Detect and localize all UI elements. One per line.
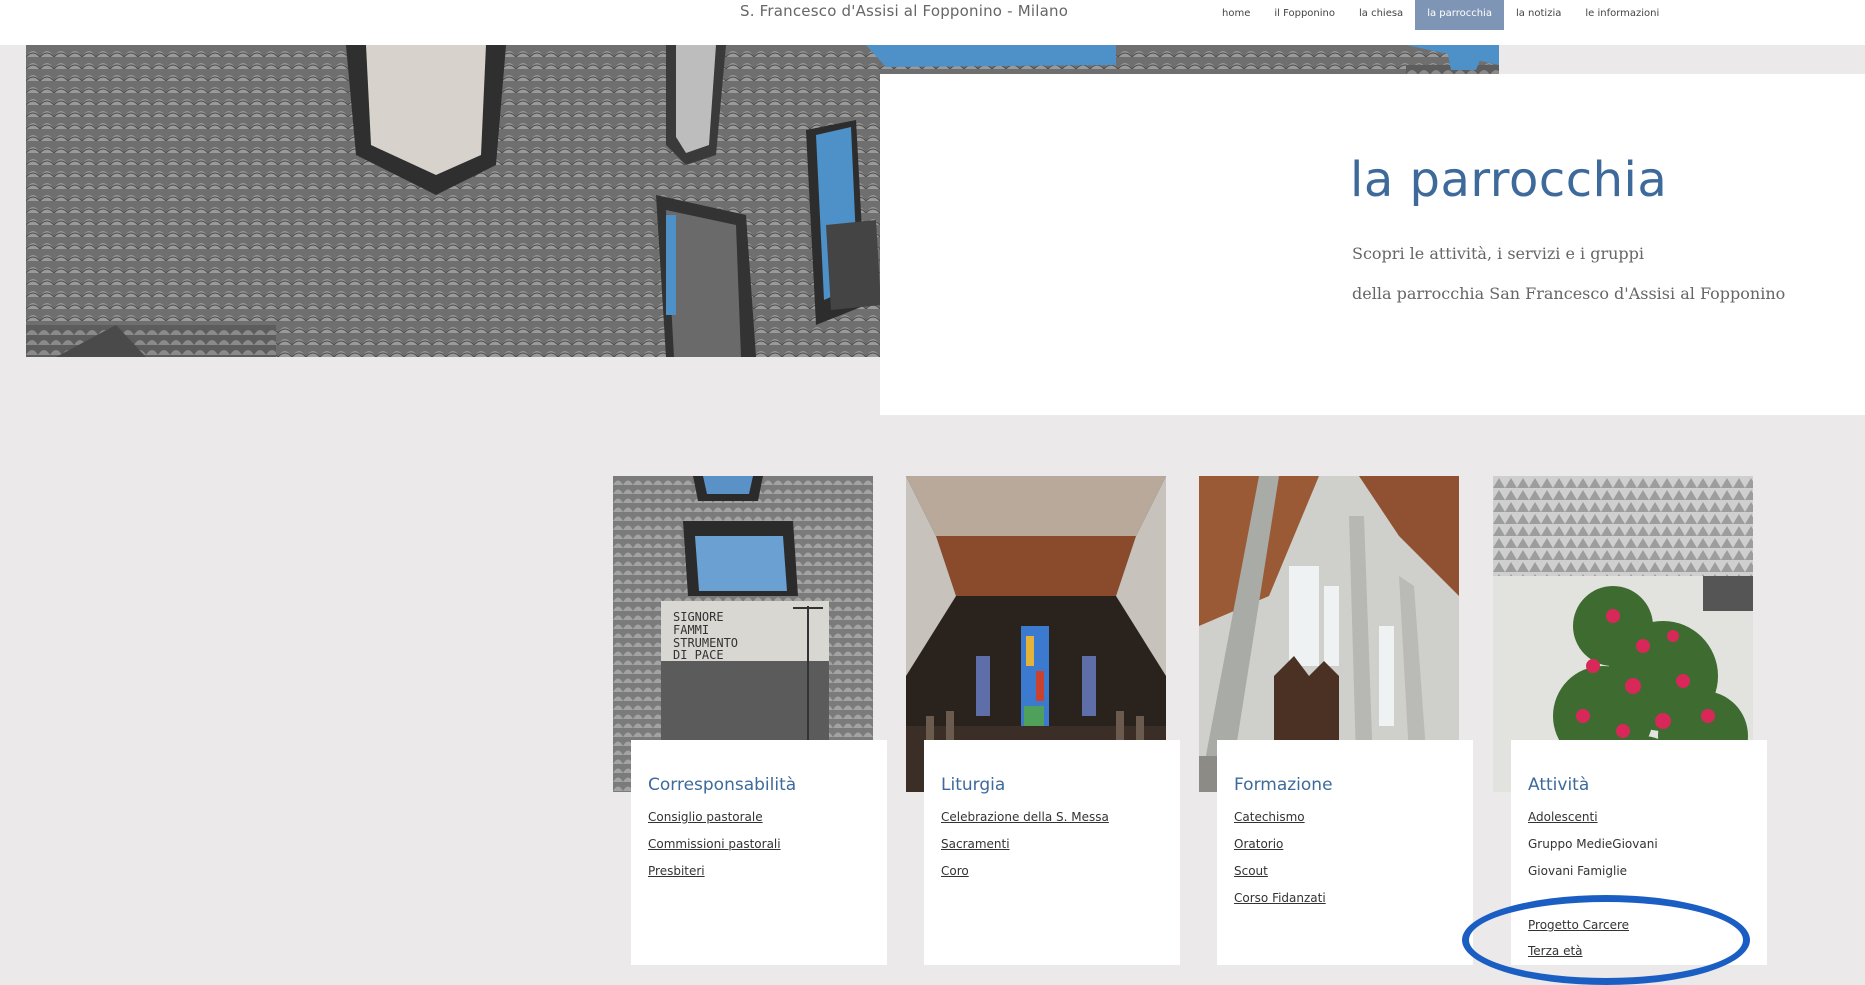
nav-il-fopponino[interactable]: il Fopponino (1262, 0, 1347, 24)
link-scout[interactable]: Scout (1234, 864, 1268, 878)
card-title: Corresponsabilità (648, 775, 797, 795)
hero-box: la parrocchia Scopri le attività, i serv… (880, 74, 1865, 415)
nav-la-chiesa[interactable]: la chiesa (1347, 0, 1415, 24)
card-corresponsabilita: Corresponsabilità Consiglio pastorale Co… (631, 740, 887, 965)
card-title: Liturgia (941, 775, 1006, 795)
card-title: Attività (1528, 775, 1590, 795)
hero-subtitle-line2: della parrocchia San Francesco d'Assisi … (1352, 284, 1786, 303)
card-title: Formazione (1234, 775, 1333, 795)
svg-text:FAMMI: FAMMI (673, 623, 709, 637)
nav-la-parrocchia[interactable]: la parrocchia (1415, 0, 1504, 30)
link-consiglio-pastorale[interactable]: Consiglio pastorale (648, 810, 763, 824)
card-liturgia: Liturgia Celebrazione della S. Messa Sac… (924, 740, 1180, 965)
main-nav: home il Fopponino la chiesa la parrocchi… (1210, 0, 1671, 32)
link-coro[interactable]: Coro (941, 864, 969, 878)
link-terza-eta[interactable]: Terza età (1528, 944, 1583, 958)
page: S. Francesco d'Assisi al Fopponino - Mil… (0, 0, 1865, 985)
nav-home[interactable]: home (1210, 0, 1262, 24)
page-title: la parrocchia (1350, 152, 1668, 208)
link-adolescenti[interactable]: Adolescenti (1528, 810, 1598, 824)
nav-le-informazioni[interactable]: le informazioni (1573, 0, 1671, 24)
text-giovani-famiglie: Giovani Famiglie (1528, 864, 1628, 878)
link-catechismo[interactable]: Catechismo (1234, 810, 1305, 824)
link-celebrazione-messa[interactable]: Celebrazione della S. Messa (941, 810, 1109, 824)
nav-la-notizia[interactable]: la notizia (1504, 0, 1573, 24)
link-commissioni-pastorali[interactable]: Commissioni pastorali (648, 837, 781, 851)
site-title[interactable]: S. Francesco d'Assisi al Fopponino - Mil… (740, 2, 1068, 20)
svg-text:SIGNORE: SIGNORE (673, 610, 724, 624)
link-progetto-carcere[interactable]: Progetto Carcere (1528, 918, 1629, 932)
link-presbiteri[interactable]: Presbiteri (648, 864, 705, 878)
svg-text:DI PACE: DI PACE (673, 648, 724, 662)
hero-subtitle-line1: Scopri le attività, i servizi e i gruppi (1352, 244, 1645, 263)
text-gruppo-mediegiovani: Gruppo MedieGiovani (1528, 837, 1658, 851)
link-corso-fidanzati[interactable]: Corso Fidanzati (1234, 891, 1326, 905)
link-sacramenti[interactable]: Sacramenti (941, 837, 1010, 851)
site-header: S. Francesco d'Assisi al Fopponino - Mil… (0, 0, 1865, 45)
link-oratorio[interactable]: Oratorio (1234, 837, 1283, 851)
card-attivita: Attività Adolescenti Gruppo MedieGiovani… (1511, 740, 1767, 965)
card-formazione: Formazione Catechismo Oratorio Scout Cor… (1217, 740, 1473, 965)
